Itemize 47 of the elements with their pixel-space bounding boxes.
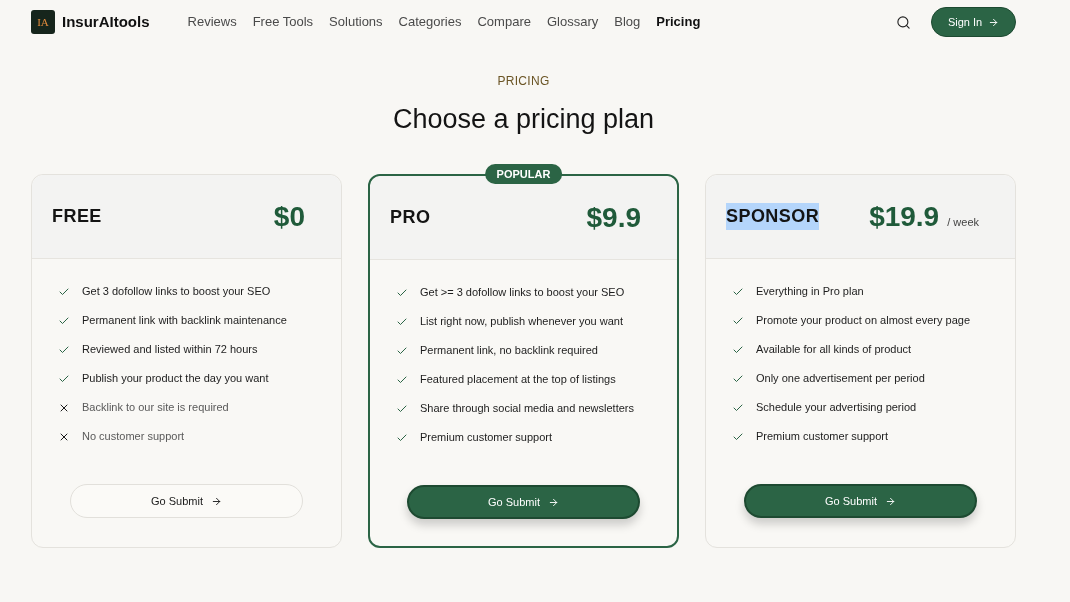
nav-link[interactable]: Categories xyxy=(398,12,462,32)
arrow-right-icon xyxy=(211,495,222,507)
section-eyebrow: PRICING xyxy=(497,73,550,90)
plan-name: PRO xyxy=(390,206,431,229)
price-period: / week xyxy=(947,214,979,230)
arrow-right-icon xyxy=(548,496,559,508)
submit-button[interactable]: Go Submit xyxy=(744,484,977,518)
submit-button[interactable]: Go Submit xyxy=(70,484,303,518)
feature-text: Get 3 dofollow links to boost your SEO xyxy=(82,284,271,300)
feature-text: Only one advertisement per period xyxy=(756,371,925,387)
feature-text: Premium customer support xyxy=(420,430,553,446)
nav-link[interactable]: Reviews xyxy=(187,12,237,32)
feature-text: Available for all kinds of product xyxy=(756,342,912,358)
feature-text: Featured placement at the top of listings xyxy=(420,372,616,388)
feature-text: Everything in Pro plan xyxy=(756,284,864,300)
feature-text: Premium customer support xyxy=(756,429,889,445)
plan-price: $19.9 xyxy=(869,202,940,231)
feature-text: No customer support xyxy=(82,429,185,445)
nav-link[interactable]: Compare xyxy=(477,12,531,32)
section-title: Choose a pricing plan xyxy=(392,103,655,136)
feature-text: Schedule your advertising period xyxy=(756,400,917,416)
feature-text: Publish your product the day you want xyxy=(82,371,269,387)
nav-link[interactable]: Free Tools xyxy=(252,12,314,32)
arrow-right-icon xyxy=(988,16,1000,28)
feature-text: Get >= 3 dofollow links to boost your SEO xyxy=(420,285,625,301)
nav-link[interactable]: Blog xyxy=(614,12,641,32)
plan-price: $0 xyxy=(273,202,305,231)
feature-text: Permanent link, no backlink required xyxy=(420,343,598,359)
feature-text: Permanent link with backlink maintenance xyxy=(82,313,287,329)
nav-link[interactable]: Solutions xyxy=(329,12,383,32)
arrow-right-icon xyxy=(885,495,896,507)
plan-name: SPONSOR xyxy=(726,203,820,230)
plan-name: FREE xyxy=(52,205,102,228)
nav-link[interactable]: Pricing xyxy=(656,12,701,32)
sign-in-button[interactable]: Sign In xyxy=(931,7,1016,37)
submit-button[interactable]: Go Submit xyxy=(407,485,640,519)
feature-text: Backlink to our site is required xyxy=(82,400,229,416)
plan-price: $9.9 xyxy=(586,203,641,232)
feature-text: Promote your product on almost every page xyxy=(756,313,970,329)
logo-icon[interactable]: IA xyxy=(31,10,55,34)
popular-badge: POPULAR xyxy=(484,164,563,184)
feature-text: List right now, publish whenever you want xyxy=(420,314,623,330)
search-icon[interactable] xyxy=(896,14,911,30)
feature-text: Reviewed and listed within 72 hours xyxy=(82,342,258,358)
nav-link[interactable]: Glossary xyxy=(546,12,599,32)
feature-text: Share through social media and newsletters xyxy=(420,401,634,417)
brand-name[interactable]: InsurAItools xyxy=(62,10,150,34)
